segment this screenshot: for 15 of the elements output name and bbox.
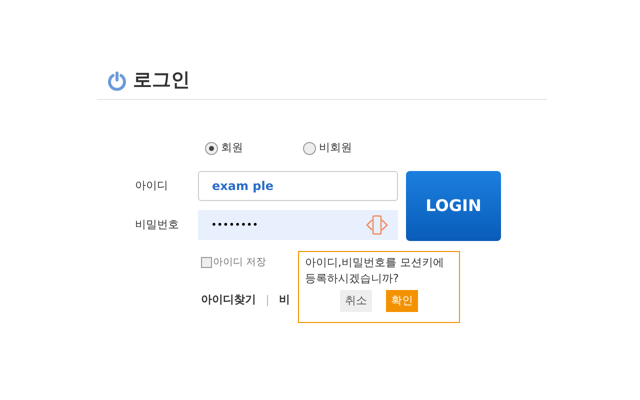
login-button[interactable]: LOGIN (406, 171, 501, 241)
popup-message: 아이디,비밀번호를 모션키에 등록하시겠습니까? (305, 255, 445, 287)
password-input-field[interactable]: •••••••• (198, 210, 398, 240)
id-input-field[interactable]: exam ple (198, 171, 398, 201)
find-password-link[interactable]: 비 (279, 292, 290, 308)
page-title: 로그인 (133, 68, 190, 94)
phone-icon[interactable] (366, 215, 388, 235)
member-type-radio[interactable]: 비회원 (303, 140, 401, 156)
password-label: 비밀번호 (135, 216, 180, 233)
power-icon (107, 70, 127, 90)
id-label: 아이디 (135, 178, 169, 194)
find-id-link[interactable]: 아이디찾기 (201, 292, 256, 308)
cancel-button[interactable]: 취소 (340, 290, 372, 312)
member-type-radio[interactable]: 회원 (205, 140, 303, 156)
save-id-checkbox[interactable]: 아이디 저장 (201, 255, 266, 270)
